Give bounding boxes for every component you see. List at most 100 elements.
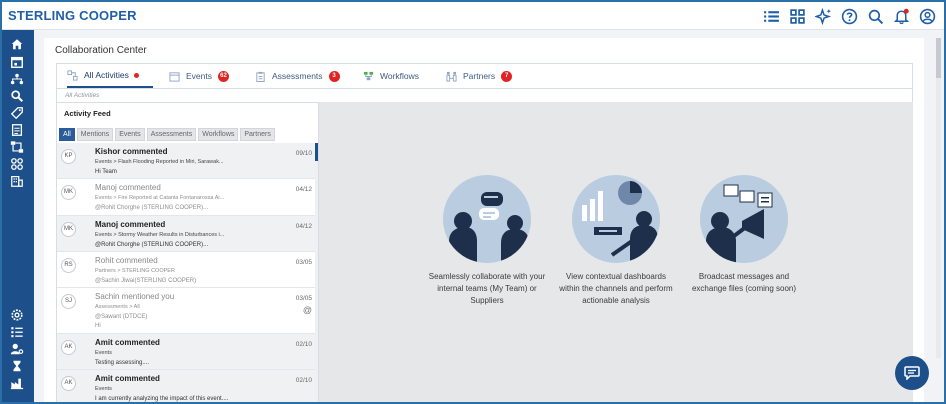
list-item[interactable]: AK Amit commented Events Testing assessi…: [57, 334, 318, 371]
item-date: 02/10: [295, 341, 312, 349]
item-date: 03/05: [295, 295, 312, 303]
broadcast-illustration: [700, 175, 788, 263]
filter-mentions[interactable]: Mentions: [76, 128, 114, 141]
user-settings-icon[interactable]: [10, 342, 24, 356]
item-message: @Rohit Chorghe (STERLING COOPER)...: [95, 241, 209, 248]
search-icon[interactable]: [10, 89, 24, 103]
tab-all-activities[interactable]: All Activities: [67, 64, 153, 88]
item-message: @Rohit Chorghe (STERLING COOPER)...: [95, 205, 209, 212]
list-item[interactable]: RS Rohit commented Partners > STERLING C…: [57, 252, 318, 289]
list-item[interactable]: SJ Sachin mentioned you Assessments > Al…: [57, 288, 318, 335]
avatar: MK: [61, 221, 76, 237]
brand-logo[interactable]: STERLING COOPER: [8, 8, 137, 23]
item-title: Rohit commented: [95, 255, 158, 265]
chat-icon: [904, 366, 920, 380]
count-badge: 7: [501, 70, 513, 82]
grid-icon[interactable]: [789, 8, 806, 25]
item-context: Partners > STERLING COOPER: [95, 267, 175, 274]
list-icon[interactable]: [763, 8, 780, 25]
avatar: KP: [61, 149, 76, 164]
account-icon[interactable]: [919, 8, 936, 25]
settings-icon[interactable]: [10, 308, 24, 322]
item-message: @Sachin Jiwai(STERLING COOPER): [95, 277, 197, 284]
page-scrollbar[interactable]: [936, 38, 941, 358]
item-message: I am currently analyzing the impact of t…: [95, 396, 229, 403]
apps-icon[interactable]: [10, 157, 24, 171]
clipboard-icon: [255, 71, 266, 82]
item-context: Events: [95, 386, 112, 393]
tab-events[interactable]: Events 62: [169, 64, 229, 88]
item-title: Sachin mentioned you: [95, 292, 175, 302]
side-navigation: [2, 30, 34, 402]
workflow-icon[interactable]: [10, 140, 24, 154]
list-item[interactable]: KP Kishor commented Events > Flash Flood…: [57, 143, 318, 180]
filter-assessments[interactable]: Assessments: [146, 128, 197, 141]
list-item[interactable]: MK Manoj commented Events > Stormy Weath…: [57, 215, 318, 252]
page-scrollbar-thumb[interactable]: [936, 38, 941, 78]
workflow-icon: [363, 71, 374, 82]
tab-label: All Activities: [84, 70, 129, 80]
item-date: 04/12: [295, 186, 312, 194]
welcome-area: Seamlessly collaborate with your interna…: [319, 102, 913, 402]
avatar: SJ: [61, 294, 76, 310]
count-badge: 62: [218, 70, 229, 82]
collaboration-center-panel: Collaboration Center All Activities Even…: [44, 38, 924, 403]
filter-events[interactable]: Events: [115, 128, 145, 141]
item-context: Events > Stormy Weather Results in Distu…: [95, 231, 225, 238]
mention-icon: @: [302, 305, 312, 316]
activity-list: KP Kishor commented Events > Flash Flood…: [57, 143, 318, 403]
item-message: @Sawant (DTDCE): [95, 314, 148, 321]
item-message: Testing assessing....: [95, 360, 150, 367]
item-context: Assessments > All: [95, 304, 140, 311]
home-icon[interactable]: [10, 37, 24, 51]
item-date: 02/10: [295, 377, 312, 385]
item-context: Events: [95, 350, 112, 357]
tab-label: Assessments: [272, 71, 323, 81]
filter-all[interactable]: All: [59, 128, 75, 141]
dashboards-illustration: [572, 175, 660, 263]
item-title: Manoj commented: [95, 219, 166, 229]
building-icon[interactable]: [10, 174, 24, 188]
item-title: Manoj commented: [95, 183, 161, 193]
feature-caption: Broadcast messages and exchange files (c…: [691, 272, 797, 293]
item-title: Amit commented: [95, 338, 160, 348]
feed-scrollbar-thumb[interactable]: [315, 143, 318, 161]
sparkle-icon[interactable]: [813, 7, 832, 26]
feature-caption: View contextual dashboards within the ch…: [559, 272, 673, 305]
tab-label: Events: [186, 71, 212, 81]
activity-feed: Activity Feed All Mentions Events Assess…: [56, 102, 319, 403]
item-message-extra: Hi: [95, 323, 101, 330]
tab-label: Partners: [463, 71, 496, 81]
item-context: Events > Flash Flooding Reported in Miri…: [95, 159, 224, 165]
bell-icon[interactable]: [893, 8, 910, 25]
document-icon[interactable]: [10, 123, 24, 137]
help-icon[interactable]: [841, 8, 858, 25]
list-item[interactable]: MK Manoj commented Events > Fire Reporte…: [57, 179, 318, 216]
filter-partners[interactable]: Partners: [240, 128, 275, 141]
tab-bar: All Activities Events 62 Assessments 3 W…: [56, 63, 913, 89]
feed-scrollbar[interactable]: [315, 143, 318, 402]
feature-broadcast: Broadcast messages and exchange files (c…: [684, 175, 804, 295]
item-message: Hi Team: [95, 169, 117, 175]
filter-workflows[interactable]: Workflows: [198, 128, 239, 141]
tab-assessments[interactable]: Assessments 3: [255, 64, 340, 88]
calendar-icon[interactable]: [10, 55, 24, 69]
factory-icon[interactable]: [10, 376, 24, 390]
collaborate-illustration: [443, 175, 531, 263]
feature-collaborate: Seamlessly collaborate with your interna…: [427, 175, 547, 307]
breadcrumb: All Activities: [56, 89, 913, 102]
org-chart-icon[interactable]: [10, 72, 24, 86]
search-icon[interactable]: [867, 8, 884, 25]
unread-dot: [133, 72, 139, 78]
list-item[interactable]: AK Amit commented Events I am currently …: [57, 370, 318, 403]
tag-icon[interactable]: [10, 106, 24, 120]
avatar: RS: [61, 257, 76, 273]
chat-button[interactable]: [895, 356, 929, 390]
page-title: Collaboration Center: [55, 45, 147, 56]
partners-icon: [446, 71, 457, 82]
tab-workflows[interactable]: Workflows: [363, 64, 419, 88]
tab-partners[interactable]: Partners 7: [446, 64, 513, 88]
hourglass-icon[interactable]: [10, 359, 24, 373]
checklist-icon[interactable]: [10, 325, 24, 339]
activity-icon: [67, 69, 78, 81]
